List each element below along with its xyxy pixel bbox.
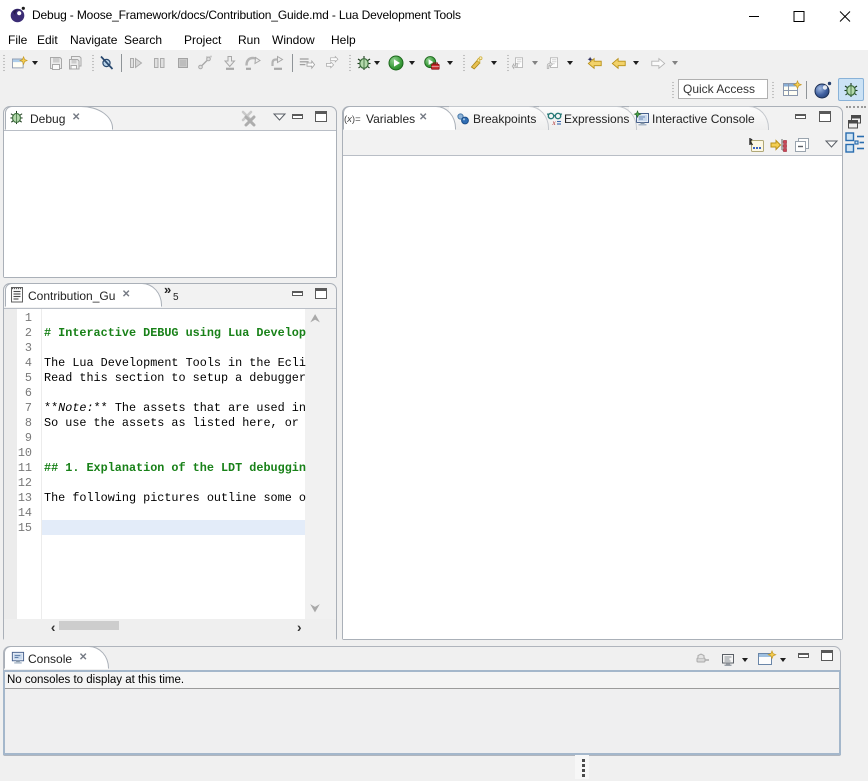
svg-text:x: x xyxy=(552,119,557,127)
